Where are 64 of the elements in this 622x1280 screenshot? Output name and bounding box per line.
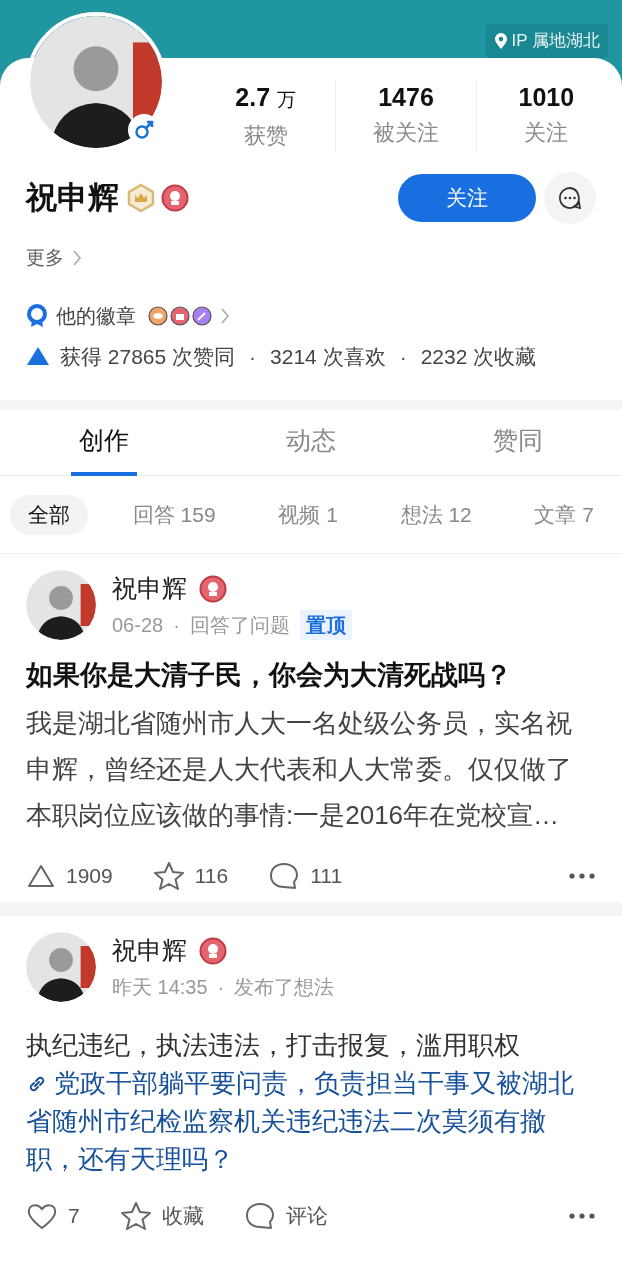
author-name[interactable]: 祝申辉: [112, 932, 187, 970]
heart-button[interactable]: 7: [26, 1200, 80, 1232]
eye-badge-icon: [148, 305, 168, 326]
star-button[interactable]: 116: [152, 860, 229, 892]
badges-row[interactable]: 他的徽章: [26, 300, 596, 331]
post-action: 回答了问题: [189, 612, 290, 638]
dot-separator: ·: [249, 343, 257, 370]
post-title[interactable]: 如果你是大清子民，你会为大清死战吗？: [26, 656, 596, 694]
comment-icon: [268, 861, 301, 891]
dot-separator: ·: [399, 343, 407, 370]
post-action: 发布了想法: [234, 974, 335, 1000]
filter-chip[interactable]: 想法 12: [382, 494, 490, 535]
filter-chip[interactable]: 回答 159: [114, 494, 234, 535]
heart-icon: [26, 1201, 58, 1231]
tab[interactable]: 创作: [70, 410, 137, 476]
stat-label[interactable]: 获赞: [243, 119, 288, 152]
tab[interactable]: 动态: [278, 410, 344, 476]
post-time: 昨天 14:35: [112, 974, 208, 1000]
comment-icon: [243, 1201, 276, 1231]
location-pin-icon: [493, 31, 508, 50]
post-link[interactable]: 党政干部躺平要问责，负责担当干事又被湖北省随州市纪检监察机关违纪违法二次莫须有撤职，还有天理吗？: [26, 1064, 574, 1178]
achievement-text: 获得 27865 次赞同: [60, 343, 236, 370]
post-text: 执纪违纪，执法违法，打击报复，滥用职权: [26, 1029, 521, 1062]
thumbs-up-badge-icon: [170, 305, 190, 326]
stat-value: 2.7 万: [235, 82, 296, 113]
post-excerpt[interactable]: 我是湖北省随州市人大一名处级公务员，实名祝申辉，曾经还是人大代表和人大常委。仅仅做了本职岗位应该做的事情:一是2016年在党校宣…: [26, 700, 574, 838]
more-options-icon[interactable]: [568, 872, 596, 880]
crown-badge-icon: [127, 183, 155, 213]
stat-value: 1010: [518, 82, 575, 113]
dot-separator: ·: [217, 974, 225, 1000]
chat-icon: [558, 186, 582, 210]
profile-name: 祝申辉: [26, 178, 119, 217]
chevron-right-icon: [220, 306, 230, 325]
post-time: 06-28: [112, 612, 164, 638]
comment-button[interactable]: 评论: [243, 1200, 328, 1232]
follow-button[interactable]: 关注: [398, 174, 536, 222]
comment-button[interactable]: 111: [268, 860, 343, 892]
star-icon: [119, 1201, 152, 1231]
medal-icon: [199, 937, 227, 965]
star-button[interactable]: 收藏: [119, 1200, 204, 1232]
filter-chip[interactable]: 文章 7: [516, 494, 612, 535]
upvote-button[interactable]: 1909: [26, 860, 113, 892]
pen-badge-icon: [192, 305, 212, 326]
star-icon: [152, 861, 185, 891]
achievement-text: 2232 次收藏: [420, 343, 537, 370]
author-name[interactable]: 祝申辉: [112, 570, 187, 608]
award-icon: [26, 303, 48, 328]
triangle-icon: [26, 346, 50, 367]
chevron-right-icon: [72, 249, 82, 268]
message-button[interactable]: [544, 172, 596, 224]
dot-separator: ·: [173, 612, 180, 638]
upvote-icon: [26, 863, 56, 889]
tab[interactable]: 赞同: [485, 410, 552, 476]
pinned-tag: 置顶: [299, 609, 352, 640]
badges-label: 他的徽章: [56, 303, 136, 329]
ip-location-label: IP 属地湖北: [485, 24, 608, 58]
stat-value: 1476: [378, 82, 434, 113]
filter-chip[interactable]: 全部: [10, 494, 88, 535]
medal-icon: [199, 575, 227, 603]
more-options-icon[interactable]: [568, 1212, 596, 1220]
achievement-text: 3214 次喜欢: [270, 343, 386, 370]
filter-chip[interactable]: 视频 1: [260, 494, 356, 535]
medal-icon: [161, 184, 189, 212]
more-link[interactable]: 更多: [26, 244, 82, 273]
